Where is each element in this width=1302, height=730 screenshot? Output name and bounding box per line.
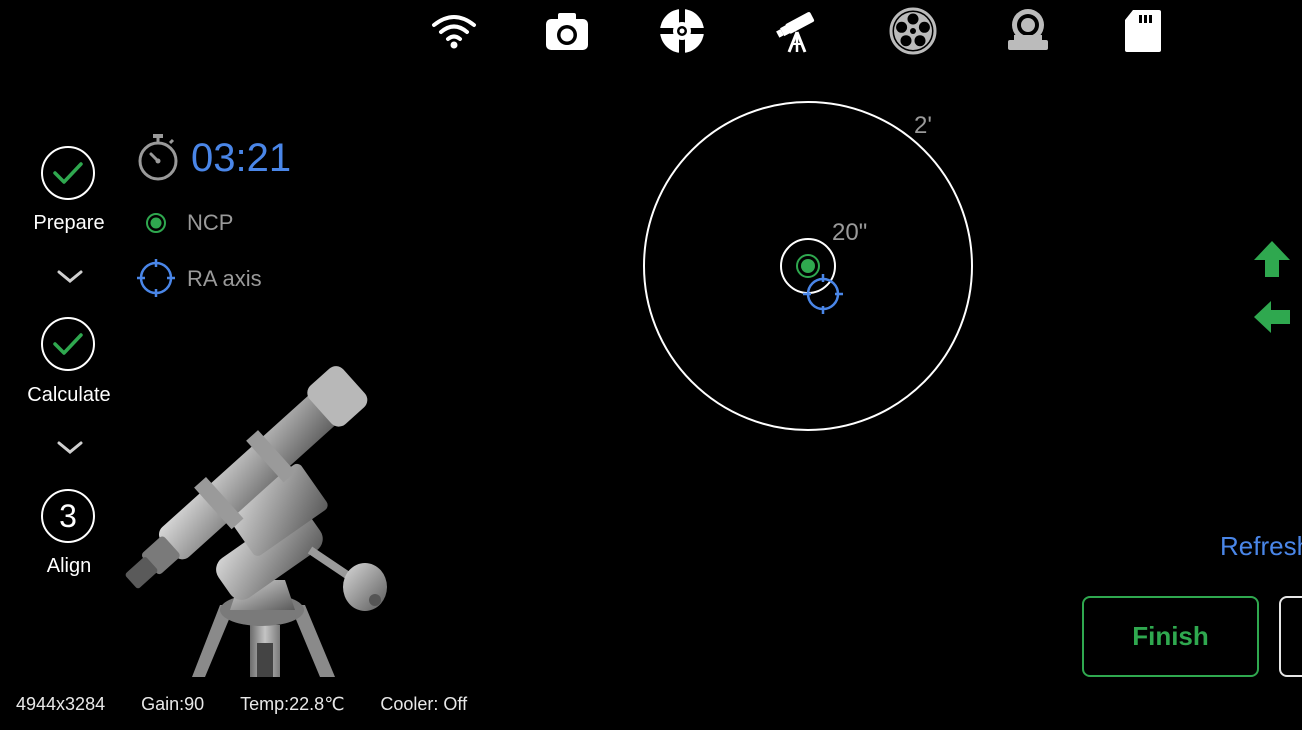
camera-icon <box>546 13 588 50</box>
ncp-marker-icon <box>146 213 166 233</box>
temperature-text: Temp:22.8℃ <box>240 694 345 714</box>
secondary-action-button[interactable] <box>1279 596 1302 677</box>
inner-ring-label: 20" <box>832 219 868 246</box>
step-number: 3 <box>59 497 77 534</box>
ra-axis-reticle <box>803 274 843 314</box>
focuser-button[interactable] <box>1003 6 1053 56</box>
step-prepare-label: Prepare <box>33 212 105 234</box>
ncp-marker <box>796 254 820 278</box>
resolution-text: 4944x3284 <box>16 694 106 714</box>
gain-text: Gain:90 <box>141 694 205 714</box>
guide-button[interactable] <box>657 6 707 56</box>
refresh-link[interactable]: Refresh <box>1220 531 1302 562</box>
checkmark-icon <box>53 162 83 184</box>
arrow-left-icon[interactable] <box>1253 300 1291 334</box>
mount-button[interactable] <box>772 6 822 56</box>
filter-wheel-icon <box>889 7 937 55</box>
camera-status-bar: 4944x3284 Gain:90 Temp:22.8℃ Cooler: Off <box>16 694 467 715</box>
camera-button[interactable] <box>542 6 592 56</box>
stopwatch-icon <box>138 134 178 181</box>
ncp-legend-label: NCP <box>187 210 234 235</box>
outer-ring-label: 2' <box>914 112 932 139</box>
step-prepare-indicator <box>41 146 95 200</box>
step-align-indicator: 3 <box>41 489 95 543</box>
polar-align-screen: Prepare Calculate 3 Align 03:21 NCP RA a… <box>0 0 1302 730</box>
checkmark-icon <box>53 333 83 355</box>
step-calculate-label: Calculate <box>27 384 111 406</box>
crosshair-icon <box>660 9 704 53</box>
wifi-button[interactable] <box>429 6 479 56</box>
filter-wheel-button[interactable] <box>888 6 938 56</box>
chevron-down-icon <box>57 441 83 454</box>
step-align-label: Align <box>46 555 92 577</box>
chevron-down-icon <box>57 270 83 283</box>
storage-button[interactable] <box>1118 6 1168 56</box>
finish-button[interactable]: Finish <box>1082 596 1259 677</box>
focuser-icon <box>1008 9 1048 50</box>
ra-axis-legend-label: RA axis <box>187 266 262 291</box>
telescope-icon <box>776 12 815 53</box>
polar-alignment-target <box>643 101 973 431</box>
arrow-up-icon[interactable] <box>1253 240 1291 278</box>
ra-axis-reticle-icon <box>137 259 175 297</box>
cooler-status-text: Cooler: Off <box>380 694 468 714</box>
elapsed-timer: 03:21 <box>191 136 292 180</box>
step-calculate-indicator <box>41 317 95 371</box>
telescope-mount-illustration <box>125 366 387 677</box>
sd-card-icon <box>1125 10 1161 52</box>
wifi-icon <box>432 15 476 49</box>
